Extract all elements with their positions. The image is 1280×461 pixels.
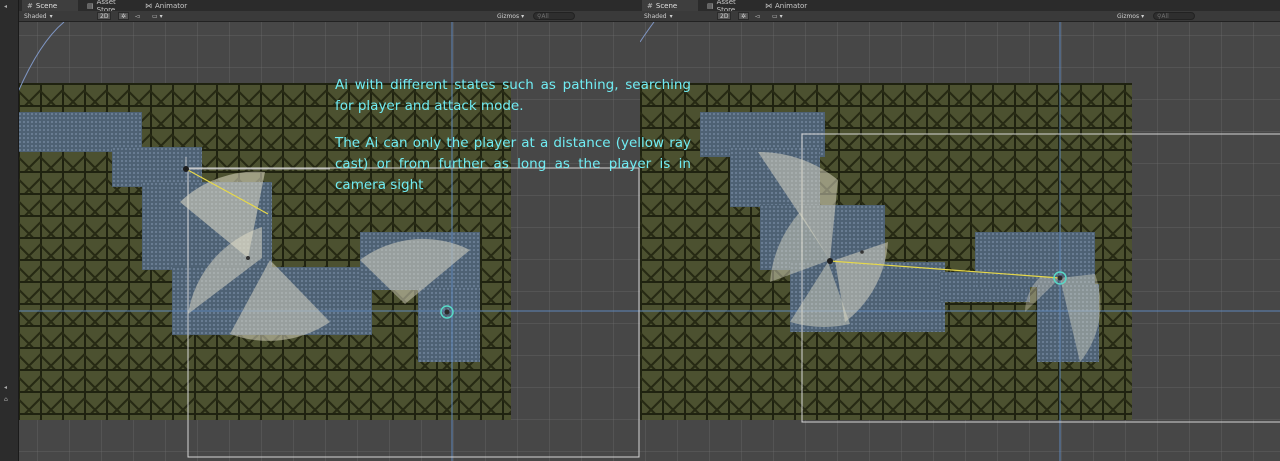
scene-toolbar: Shaded ▾ 2D ✲ ◅ ▭ ▾ Gizmos ▾ ⚲ All: [0, 11, 640, 22]
player-sprite: [444, 309, 450, 315]
tab-scene[interactable]: # Scene: [22, 0, 78, 11]
scene-panel-right: # Scene ▤ Asset Store ⋈ Animator Shaded ▾…: [640, 0, 1280, 461]
player-sprite: [1057, 275, 1063, 281]
vision-cone: [360, 238, 470, 304]
lighting-toggle-button[interactable]: ✲: [118, 12, 130, 20]
audio-toggle-button[interactable]: ◅: [135, 12, 140, 20]
chevron-down-icon: ▾: [669, 12, 673, 20]
enemy-ai-sprite[interactable]: [860, 250, 864, 254]
draw-mode-dropdown[interactable]: Shaded ▾: [24, 12, 53, 20]
tab-asset-store[interactable]: ▤ Asset Store: [702, 0, 758, 14]
tab-scene[interactable]: # Scene: [642, 0, 698, 11]
toggle-2d-button[interactable]: 2D: [97, 12, 112, 20]
effects-dropdown[interactable]: ▭ ▾: [772, 12, 783, 20]
animator-icon: ⋈: [145, 1, 152, 10]
chevron-down-icon: ▾: [521, 12, 525, 20]
tag-icon: ⌂: [4, 396, 8, 403]
scene-icon: #: [27, 1, 33, 10]
chevron-down-icon: ▾: [49, 12, 53, 20]
gizmos-dropdown[interactable]: Gizmos ▾: [497, 12, 524, 20]
vision-cone: [1060, 274, 1101, 362]
scene-view[interactable]: [640, 22, 1280, 461]
enemy-ai-sprite[interactable]: [827, 258, 833, 264]
tab-animator[interactable]: ⋈ Animator: [140, 0, 190, 11]
vision-cone: [230, 260, 330, 341]
left-dock-strip: ◂ ◂ ⌂: [0, 0, 19, 461]
toggle-2d-button[interactable]: 2D: [717, 12, 732, 20]
effects-dropdown[interactable]: ▭ ▾: [152, 12, 163, 20]
enemy-ai-sprite[interactable]: [246, 256, 250, 260]
scene-toolbar: Shaded ▾ 2D ✲ ◅ ▭ ▾ Gizmos ▾ ⚲ All: [640, 11, 1280, 22]
chevron-down-icon: ▾: [779, 12, 783, 20]
image-icon: ▭: [772, 12, 778, 20]
asset-store-icon: ▤: [707, 1, 714, 10]
audio-toggle-button[interactable]: ◅: [755, 12, 760, 20]
collapse-icon[interactable]: ◂: [4, 384, 7, 391]
collapse-icon[interactable]: ◂: [4, 3, 7, 10]
animator-icon: ⋈: [765, 1, 772, 10]
hierarchy-search-input[interactable]: ⚲ All: [533, 12, 575, 20]
annotation-text: Ai with different states such as pathing…: [335, 75, 691, 196]
chevron-down-icon: ▾: [1141, 12, 1145, 20]
speaker-icon: ◅: [755, 12, 760, 20]
asset-store-icon: ▤: [87, 1, 94, 10]
lighting-toggle-button[interactable]: ✲: [738, 12, 750, 20]
gizmo-overlay: [640, 22, 1280, 461]
scene-icon: #: [647, 1, 653, 10]
sun-icon: ✲: [741, 12, 747, 20]
annotation-paragraph: Ai with different states such as pathing…: [335, 77, 691, 114]
annotation-paragraph: The Ai can only the player at a distance…: [335, 135, 691, 193]
sun-icon: ✲: [121, 12, 127, 20]
scene-panel-left: # Scene ▤ Asset Store ⋈ Animator Shaded ▾…: [0, 0, 640, 461]
image-icon: ▭: [152, 12, 158, 20]
camera-arc: [640, 22, 655, 43]
gizmos-dropdown[interactable]: Gizmos ▾: [1117, 12, 1144, 20]
tab-asset-store[interactable]: ▤ Asset Store: [82, 0, 138, 14]
chevron-down-icon: ▾: [159, 12, 163, 20]
draw-mode-dropdown[interactable]: Shaded ▾: [644, 12, 673, 20]
hierarchy-search-input[interactable]: ⚲ All: [1153, 12, 1195, 20]
camera-arc: [17, 22, 65, 93]
speaker-icon: ◅: [135, 12, 140, 20]
vision-cone: [1025, 277, 1060, 312]
tab-animator[interactable]: ⋈ Animator: [760, 0, 810, 11]
enemy-ai-sprite[interactable]: [183, 166, 189, 172]
